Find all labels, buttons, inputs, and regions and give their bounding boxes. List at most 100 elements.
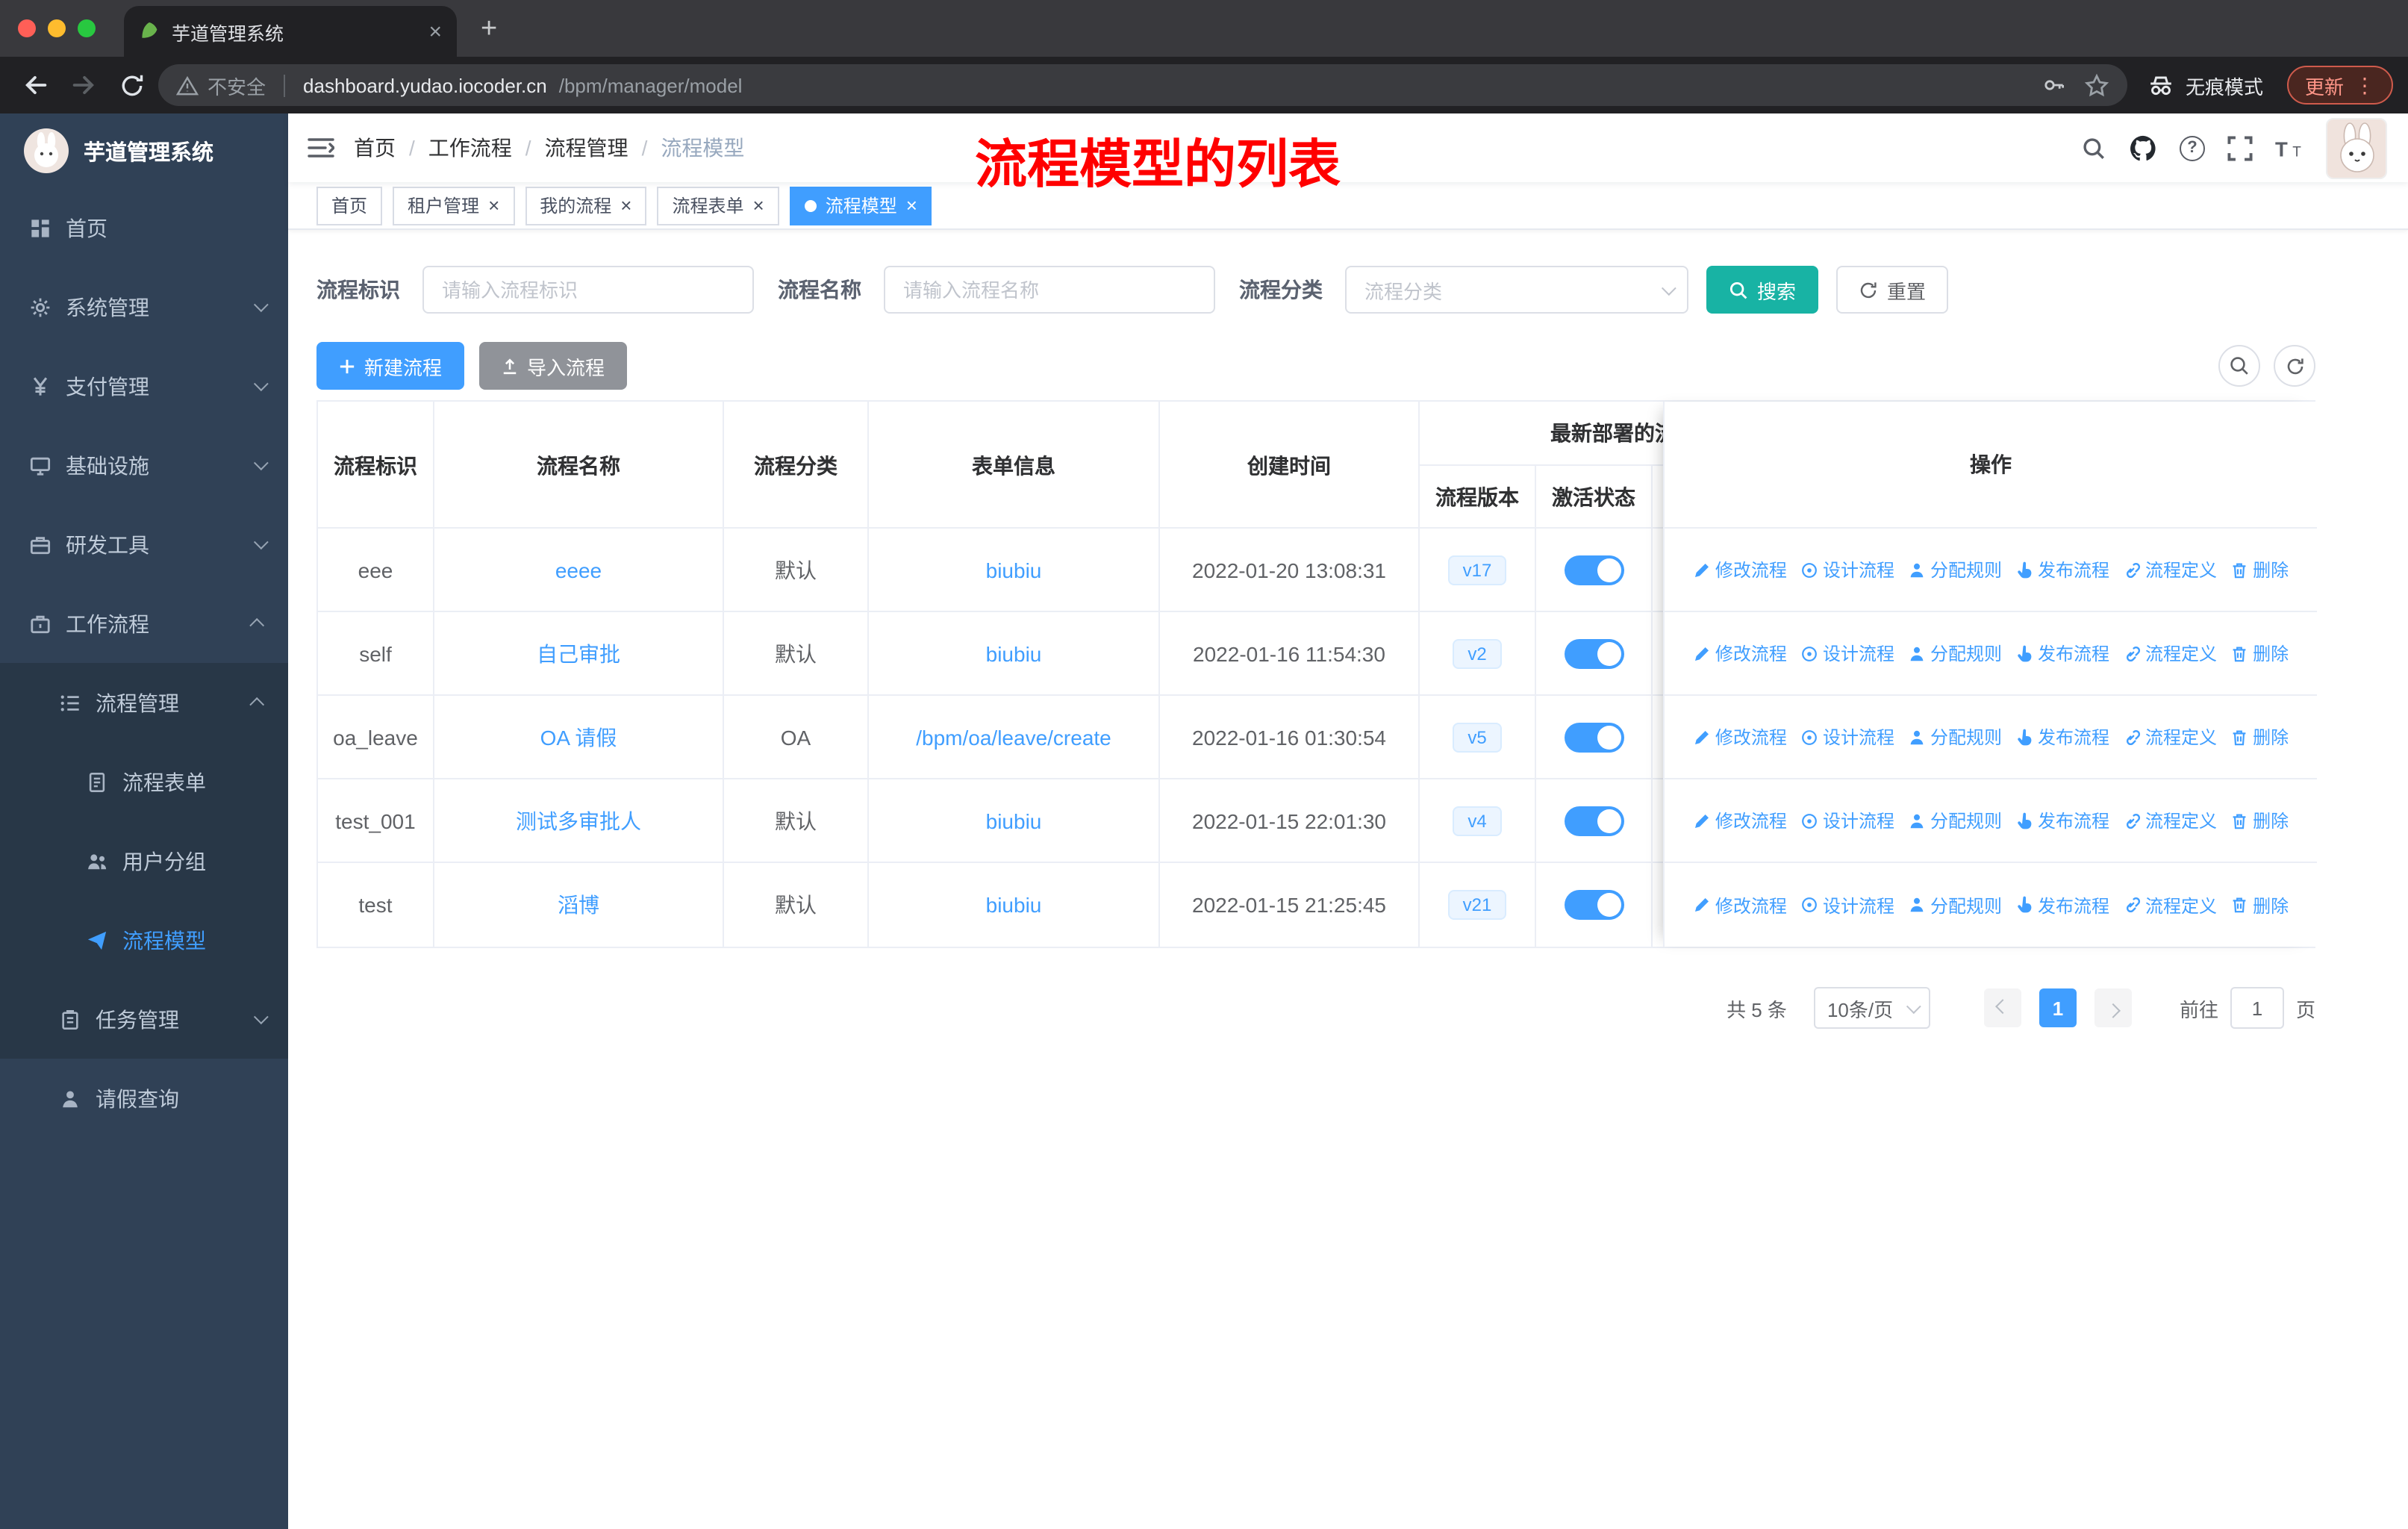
new-tab-button[interactable]: + [481,15,497,43]
sidebar-item-dev-tools[interactable]: 研发工具 [0,505,288,584]
sidebar-item-leave-query[interactable]: 请假查询 [0,1059,288,1138]
op-publish-link[interactable]: 发布流程 [2015,892,2109,918]
tab-close-icon[interactable]: × [428,20,442,43]
browser-tab[interactable]: 芋道管理系统 × [124,6,457,57]
sidebar-item-user-group[interactable]: 用户分组 [0,821,288,900]
browser-menu-icon[interactable]: ⋮ [2354,72,2375,98]
font-size-icon[interactable]: TT [2275,137,2303,159]
process-name-link[interactable]: OA 请假 [540,722,617,752]
process-name-link[interactable]: 自己审批 [537,638,620,668]
help-icon[interactable] [2180,135,2205,161]
search-icon[interactable] [2081,135,2106,161]
op-assign-link[interactable]: 分配规则 [1908,892,2002,918]
zoom-window-button[interactable] [78,19,96,37]
close-icon[interactable]: × [488,196,499,215]
op-modify-link[interactable]: 修改流程 [1693,808,1787,833]
op-assign-link[interactable]: 分配规则 [1908,724,2002,750]
form-info-link[interactable]: biubiu [986,641,1042,665]
op-modify-link[interactable]: 修改流程 [1693,892,1787,918]
op-definition-link[interactable]: 流程定义 [2123,724,2217,750]
create-process-button[interactable]: 新建流程 [316,342,465,390]
import-process-button[interactable]: 导入流程 [479,342,628,390]
address-bar[interactable]: 不安全 dashboard.yudao.iocoder.cn /bpm/mana… [158,64,2127,106]
op-publish-link[interactable]: 发布流程 [2015,808,2109,833]
active-toggle[interactable] [1564,806,1623,835]
browser-update-button[interactable]: 更新 ⋮ [2286,66,2393,105]
active-toggle[interactable] [1564,638,1623,668]
form-info-link[interactable]: /bpm/oa/leave/create [916,725,1111,749]
close-icon[interactable]: × [906,196,917,215]
tag-tenant[interactable]: 租户管理 × [393,186,515,225]
op-definition-link[interactable]: 流程定义 [2123,808,2217,833]
forward-icon[interactable] [63,64,105,106]
refresh-table-button[interactable] [2274,345,2315,387]
op-definition-link[interactable]: 流程定义 [2123,641,2217,666]
op-publish-link[interactable]: 发布流程 [2015,724,2109,750]
password-key-icon[interactable] [2042,73,2066,97]
form-info-link[interactable]: biubiu [986,893,1042,917]
goto-page-input[interactable] [2230,987,2284,1029]
op-definition-link[interactable]: 流程定义 [2123,892,2217,918]
tag-home[interactable]: 首页 [316,186,383,225]
category-select[interactable]: 流程分类 [1345,266,1688,314]
op-assign-link[interactable]: 分配规则 [1908,808,2002,833]
sidebar-item-process-management[interactable]: 流程管理 [0,663,288,742]
tag-process-model[interactable]: 流程模型 × [789,186,932,225]
process-name-link[interactable]: 滔博 [558,890,599,920]
op-delete-link[interactable]: 删除 [2230,641,2289,666]
op-modify-link[interactable]: 修改流程 [1693,724,1787,750]
close-icon[interactable]: × [620,196,631,215]
breadcrumb-item[interactable]: 首页 [354,133,415,163]
sidebar-item-system-management[interactable]: 系统管理 [0,267,288,346]
hamburger-icon[interactable] [288,136,354,160]
sidebar-item-home[interactable]: 首页 [0,188,288,267]
prev-page-button[interactable] [1983,988,2021,1027]
fullscreen-icon[interactable] [2227,135,2253,161]
op-design-link[interactable]: 设计流程 [1800,808,1894,833]
sidebar-item-process-form[interactable]: 流程表单 [0,742,288,821]
user-avatar[interactable] [2326,117,2387,178]
op-publish-link[interactable]: 发布流程 [2015,557,2109,582]
close-icon[interactable]: × [753,196,764,215]
sidebar-item-payment-management[interactable]: 支付管理 [0,346,288,426]
process-name-link[interactable]: eeee [555,558,602,582]
form-info-link[interactable]: biubiu [986,809,1042,832]
sidebar-item-task-management[interactable]: 任务管理 [0,980,288,1059]
breadcrumb-item[interactable]: 工作流程 [428,133,531,163]
form-info-link[interactable]: biubiu [986,558,1042,582]
process-name-input[interactable] [884,266,1215,314]
sidebar-item-infrastructure[interactable]: 基础设施 [0,426,288,505]
sidebar-item-workflow[interactable]: 工作流程 [0,584,288,663]
minimize-window-button[interactable] [48,19,66,37]
op-design-link[interactable]: 设计流程 [1800,641,1894,666]
op-definition-link[interactable]: 流程定义 [2123,557,2217,582]
sidebar-item-process-model[interactable]: 流程模型 [0,900,288,980]
show-search-button[interactable] [2218,345,2260,387]
close-window-button[interactable] [18,19,36,37]
search-button[interactable]: 搜索 [1706,266,1819,314]
app-logo[interactable]: 芋道管理系统 [0,113,288,188]
active-toggle[interactable] [1564,722,1623,752]
bookmark-star-icon[interactable] [2084,72,2109,98]
process-name-link[interactable]: 测试多审批人 [516,806,641,835]
tag-my-process[interactable]: 我的流程 × [525,186,647,225]
breadcrumb-item[interactable]: 流程管理 [545,133,648,163]
reset-button[interactable]: 重置 [1836,266,1949,314]
op-design-link[interactable]: 设计流程 [1800,724,1894,750]
op-publish-link[interactable]: 发布流程 [2015,641,2109,666]
op-delete-link[interactable]: 删除 [2230,557,2289,582]
op-assign-link[interactable]: 分配规则 [1908,641,2002,666]
op-modify-link[interactable]: 修改流程 [1693,557,1787,582]
security-status[interactable]: 不安全 [176,71,266,99]
github-icon[interactable] [2129,134,2157,162]
reload-icon[interactable] [110,64,152,106]
active-toggle[interactable] [1564,555,1623,585]
page-number-1[interactable]: 1 [2039,988,2077,1027]
op-design-link[interactable]: 设计流程 [1800,892,1894,918]
op-assign-link[interactable]: 分配规则 [1908,557,2002,582]
op-modify-link[interactable]: 修改流程 [1693,641,1787,666]
op-delete-link[interactable]: 删除 [2230,724,2289,750]
process-id-input[interactable] [422,266,754,314]
back-icon[interactable] [15,64,57,106]
op-delete-link[interactable]: 删除 [2230,808,2289,833]
